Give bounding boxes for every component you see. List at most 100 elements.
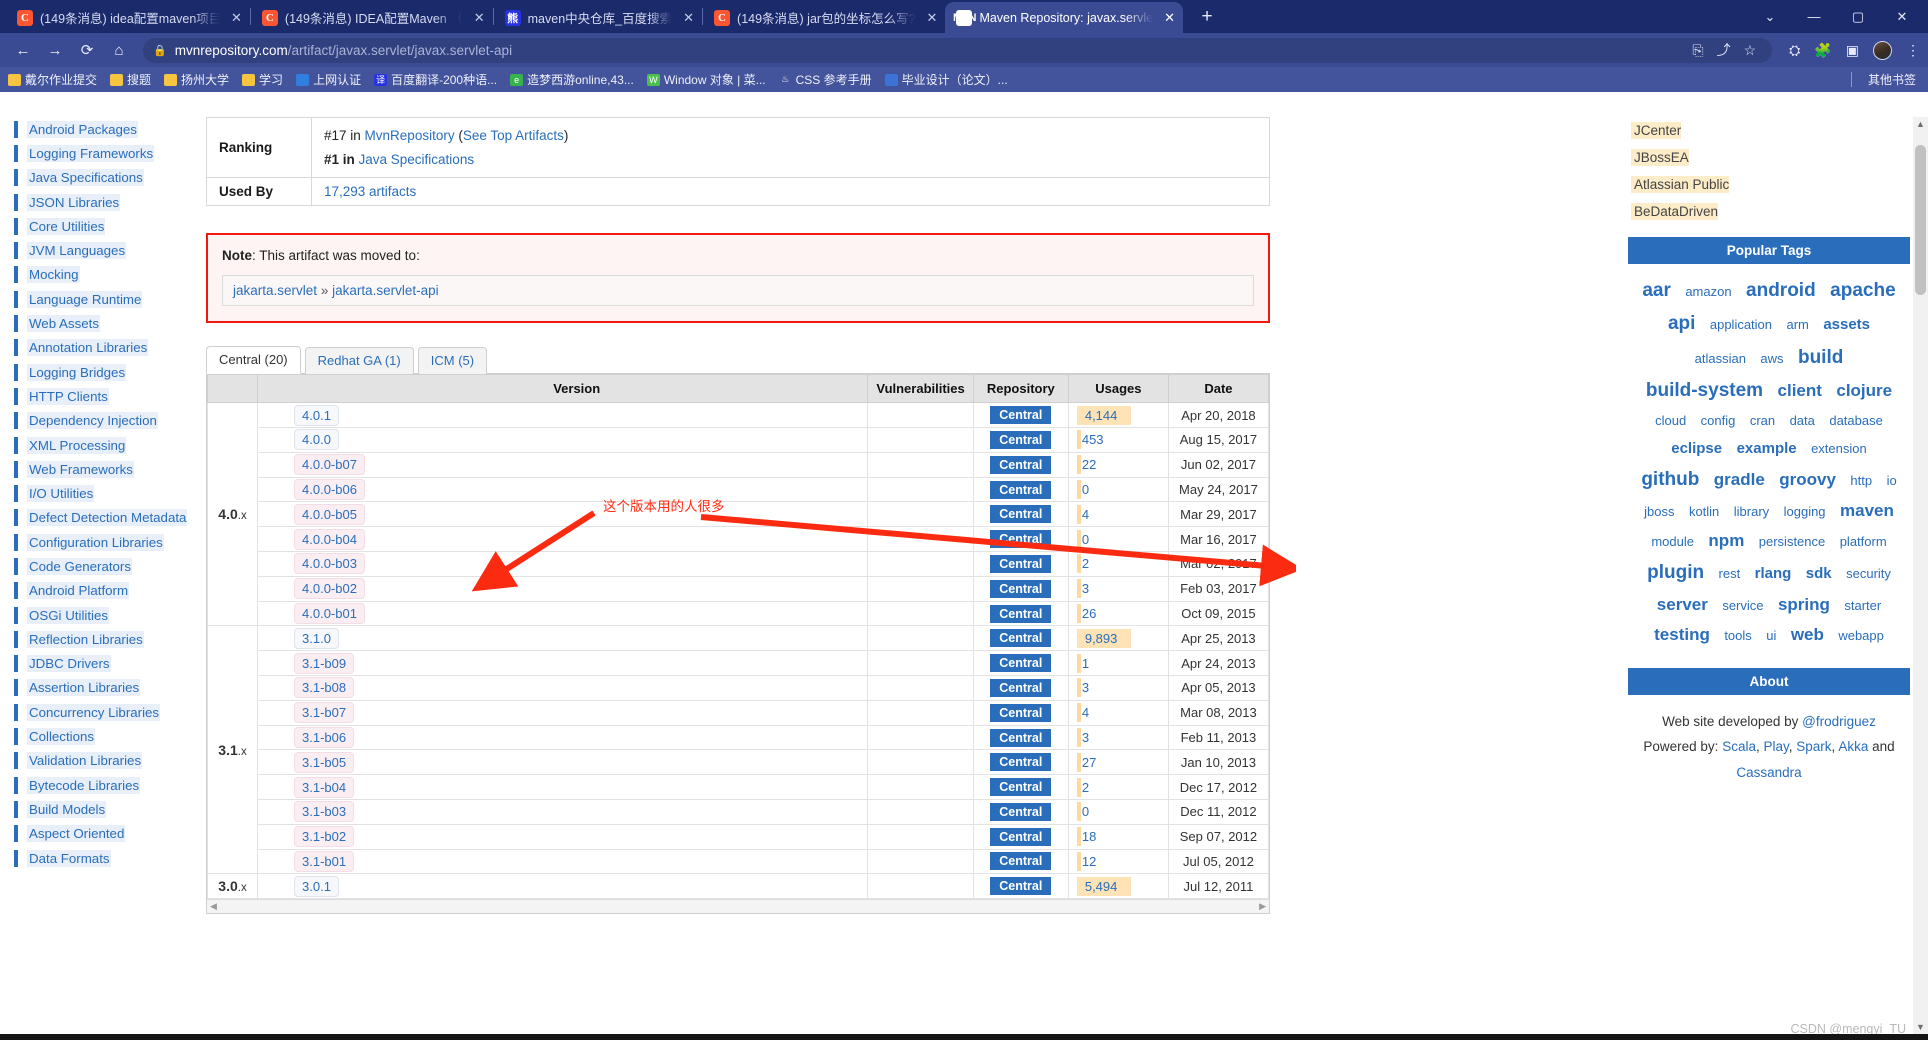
minimize-button[interactable]: — bbox=[1792, 2, 1836, 32]
tag-build-system[interactable]: build-system bbox=[1646, 380, 1763, 401]
repository-badge[interactable]: Central bbox=[990, 728, 1052, 747]
tag-config[interactable]: config bbox=[1701, 413, 1736, 428]
bookmark-item[interactable]: 搜题 bbox=[110, 71, 151, 88]
bookmark-star-icon[interactable]: ☆ bbox=[1744, 42, 1757, 59]
usages-link[interactable]: 3 bbox=[1076, 579, 1093, 599]
tag-tools[interactable]: tools bbox=[1724, 628, 1751, 643]
share-icon[interactable]: ⤴ bbox=[1717, 40, 1731, 60]
version-link[interactable]: 4.0.0-b03 bbox=[294, 553, 365, 575]
tag-cran[interactable]: cran bbox=[1750, 413, 1775, 428]
tag-service[interactable]: service bbox=[1722, 598, 1763, 613]
tag-jboss[interactable]: jboss bbox=[1644, 504, 1674, 519]
sidepanel-icon[interactable]: ▣ bbox=[1846, 42, 1859, 59]
usages-link[interactable]: 4,144 bbox=[1076, 405, 1132, 425]
category-label[interactable]: Logging Frameworks bbox=[27, 144, 155, 162]
tag-build[interactable]: build bbox=[1798, 347, 1843, 368]
category-label[interactable]: Web Assets bbox=[27, 315, 100, 333]
tab-close-icon[interactable]: ✕ bbox=[683, 10, 694, 26]
category-label[interactable]: Mocking bbox=[27, 266, 80, 284]
sidebar-category-concurrency-libraries[interactable]: Concurrency Libraries bbox=[0, 700, 195, 724]
repository-badge[interactable]: Central bbox=[990, 455, 1052, 474]
browser-tab-3[interactable]: 熊 maven中央仓库_百度搜索 ✕ bbox=[494, 2, 702, 33]
category-label[interactable]: Java Specifications bbox=[27, 169, 144, 187]
tag-amazon[interactable]: amazon bbox=[1685, 284, 1731, 299]
sidebar-category-data-formats[interactable]: Data Formats bbox=[0, 846, 195, 870]
usages-link[interactable]: 4 bbox=[1076, 504, 1093, 524]
bookmark-item[interactable]: 毕业设计（论文）... bbox=[884, 71, 1008, 88]
new-tab-button[interactable]: + bbox=[1193, 3, 1221, 31]
tab-close-icon[interactable]: ✕ bbox=[927, 10, 938, 26]
version-link[interactable]: 3.1-b07 bbox=[294, 702, 355, 724]
mvnrepository-link[interactable]: MvnRepository bbox=[365, 128, 455, 143]
tag-plugin[interactable]: plugin bbox=[1647, 562, 1704, 583]
tag-aws[interactable]: aws bbox=[1760, 351, 1783, 366]
sidebar-category-annotation-libraries[interactable]: Annotation Libraries bbox=[0, 336, 195, 360]
bookmark-item[interactable]: ♨ CSS 参考手册 bbox=[779, 71, 872, 88]
category-label[interactable]: JSON Libraries bbox=[27, 193, 121, 211]
bookmark-item[interactable]: 译百度翻译-200种语... bbox=[374, 71, 497, 88]
address-bar[interactable]: 🔒 mvnrepository.com/artifact/javax.servl… bbox=[143, 37, 1773, 63]
bookmark-item[interactable]: 扬州大学 bbox=[164, 71, 229, 88]
sidebar-category-web-assets[interactable]: Web Assets bbox=[0, 311, 195, 335]
tag-github[interactable]: github bbox=[1641, 469, 1699, 490]
tag-groovy[interactable]: groovy bbox=[1779, 470, 1836, 489]
tag-database[interactable]: database bbox=[1829, 413, 1883, 428]
tag-maven[interactable]: maven bbox=[1840, 501, 1894, 520]
tag-cloud[interactable]: cloud bbox=[1655, 413, 1686, 428]
tag-library[interactable]: library bbox=[1734, 504, 1769, 519]
browser-tab-1[interactable]: C (149条消息) idea配置maven项目 ✕ bbox=[6, 2, 250, 33]
tag-web[interactable]: web bbox=[1791, 625, 1824, 644]
usages-link[interactable]: 22 bbox=[1076, 455, 1100, 475]
repository-badge[interactable]: Central bbox=[990, 877, 1052, 896]
usages-link[interactable]: 453 bbox=[1076, 430, 1108, 450]
version-link[interactable]: 4.0.0-b07 bbox=[294, 454, 365, 476]
sidebar-category-aspect-oriented[interactable]: Aspect Oriented bbox=[0, 822, 195, 846]
back-icon[interactable]: ← bbox=[8, 36, 38, 64]
extensions-puzzle-icon[interactable]: 🧩 bbox=[1814, 42, 1831, 59]
sidebar-category-i-o-utilities[interactable]: I/O Utilities bbox=[0, 481, 195, 505]
tech-link-akka[interactable]: Akka bbox=[1838, 739, 1868, 754]
tab-close-icon[interactable]: ✕ bbox=[1164, 10, 1175, 26]
repository-list-item[interactable]: JCenter bbox=[1628, 117, 1910, 144]
repository-badge[interactable]: Central bbox=[990, 703, 1052, 722]
version-link[interactable]: 4.0.0 bbox=[294, 429, 339, 451]
forward-icon[interactable]: → bbox=[40, 36, 70, 64]
scroll-up-arrow-icon[interactable]: ▲ bbox=[1913, 119, 1928, 135]
repository-badge[interactable]: Central bbox=[990, 753, 1052, 772]
menu-kebab-icon[interactable]: ⋮ bbox=[1906, 42, 1920, 59]
version-link[interactable]: 4.0.0-b01 bbox=[294, 603, 365, 625]
sidebar-category-jvm-languages[interactable]: JVM Languages bbox=[0, 238, 195, 262]
tag-starter[interactable]: starter bbox=[1844, 598, 1881, 613]
usages-link[interactable]: 0 bbox=[1076, 529, 1093, 549]
repository-badge[interactable]: Central bbox=[990, 579, 1052, 598]
version-link[interactable]: 4.0.0-b06 bbox=[294, 479, 365, 501]
tag-gradle[interactable]: gradle bbox=[1714, 470, 1765, 489]
sidebar-category-logging-frameworks[interactable]: Logging Frameworks bbox=[0, 141, 195, 165]
scrollbar-thumb[interactable] bbox=[1915, 145, 1926, 295]
tag-http[interactable]: http bbox=[1850, 473, 1872, 488]
tag-npm[interactable]: npm bbox=[1708, 531, 1744, 550]
bookmark-item[interactable]: e 造梦西游online,43... bbox=[510, 71, 634, 88]
tab-redhat-ga[interactable]: Redhat GA (1) bbox=[304, 347, 414, 375]
tag-clojure[interactable]: clojure bbox=[1836, 381, 1892, 400]
usages-link[interactable]: 3 bbox=[1076, 728, 1093, 747]
category-label[interactable]: Android Platform bbox=[27, 582, 130, 600]
tag-io[interactable]: io bbox=[1887, 473, 1897, 488]
usages-link[interactable]: 18 bbox=[1076, 827, 1100, 847]
category-label[interactable]: Web Frameworks bbox=[27, 460, 134, 478]
usages-link[interactable]: 3 bbox=[1076, 678, 1093, 698]
sidebar-category-mocking[interactable]: Mocking bbox=[0, 263, 195, 287]
tag-sdk[interactable]: sdk bbox=[1806, 565, 1832, 582]
moved-group-link[interactable]: jakarta.servlet bbox=[233, 283, 317, 298]
repository-list-item[interactable]: Atlassian Public bbox=[1628, 171, 1910, 198]
sidebar-category-code-generators[interactable]: Code Generators bbox=[0, 554, 195, 578]
version-link[interactable]: 3.1-b06 bbox=[294, 727, 355, 748]
repository-badge[interactable]: Central bbox=[990, 654, 1052, 673]
category-label[interactable]: XML Processing bbox=[27, 436, 127, 454]
tab-search-chevron-icon[interactable]: ⌄ bbox=[1748, 2, 1792, 32]
scroll-track[interactable] bbox=[221, 903, 1255, 911]
category-label[interactable]: Aspect Oriented bbox=[27, 825, 126, 843]
usages-link[interactable]: 0 bbox=[1076, 480, 1093, 500]
repository-badge[interactable]: Central bbox=[990, 604, 1052, 623]
tag-server[interactable]: server bbox=[1657, 595, 1708, 614]
